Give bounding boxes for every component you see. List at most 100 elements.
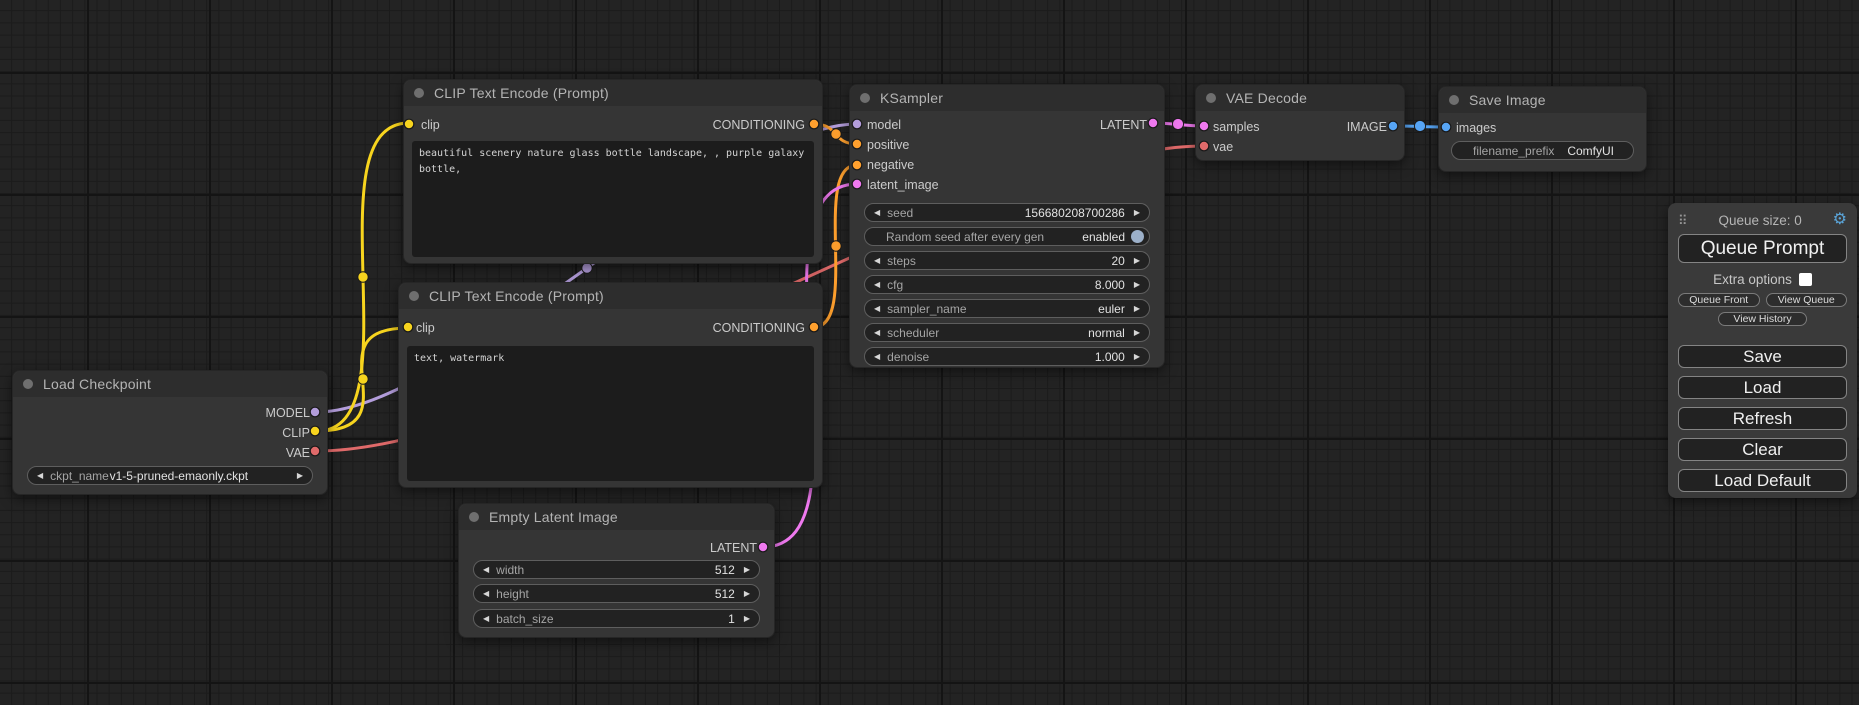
input-label-clip: clip <box>416 321 435 335</box>
arrow-right-icon[interactable]: ▶ <box>1134 353 1140 361</box>
node-vae-decode[interactable]: VAE Decode samples IMAGE vae <box>1195 84 1405 161</box>
node-ksampler[interactable]: KSampler model LATENT positive negative … <box>849 84 1165 368</box>
arrow-right-icon[interactable]: ▶ <box>1134 329 1140 337</box>
collapse-dot-icon[interactable] <box>414 88 424 98</box>
queue-prompt-button[interactable]: Queue Prompt <box>1678 234 1847 263</box>
node-save-image[interactable]: Save Image images filename_prefix ComfyU… <box>1438 86 1647 172</box>
refresh-button[interactable]: Refresh <box>1678 407 1847 430</box>
queue-panel: ⠿ Queue size: 0 ⚙ Queue Prompt Extra opt… <box>1668 203 1857 498</box>
widget-value: v1-5-pruned-emaonly.ckpt <box>110 469 249 483</box>
arrow-left-icon[interactable]: ◀ <box>874 305 880 313</box>
widget-value: 512 <box>715 563 735 577</box>
node-load-checkpoint[interactable]: Load Checkpoint MODEL CLIP VAE ◀ ckpt_na… <box>12 370 328 495</box>
drag-handle-icon[interactable]: ⠿ <box>1678 214 1688 227</box>
link-midpoint-dot <box>831 241 841 251</box>
widget-steps[interactable]: ◀ steps 20 ▶ <box>864 251 1150 270</box>
node-title-bar[interactable]: CLIP Text Encode (Prompt) <box>399 283 822 309</box>
widget-label: width <box>496 563 524 577</box>
arrow-left-icon[interactable]: ◀ <box>483 590 489 598</box>
node-title: Save Image <box>1469 92 1546 108</box>
node-title-bar[interactable]: VAE Decode <box>1196 85 1404 111</box>
widget-value: 1.000 <box>1095 350 1125 364</box>
extra-options-label: Extra options <box>1713 272 1792 287</box>
output-label-conditioning: CONDITIONING <box>713 321 805 335</box>
arrow-right-icon[interactable]: ▶ <box>1134 281 1140 289</box>
collapse-dot-icon[interactable] <box>860 93 870 103</box>
view-queue-button[interactable]: View Queue <box>1766 293 1848 307</box>
arrow-right-icon[interactable]: ▶ <box>744 566 750 574</box>
widget-sampler-name[interactable]: ◀ sampler_name euler ▶ <box>864 299 1150 318</box>
widget-ckpt-name[interactable]: ◀ ckpt_name v1-5-pruned-emaonly.ckpt ▶ <box>27 466 313 485</box>
node-title: CLIP Text Encode (Prompt) <box>434 85 609 101</box>
widget-label: seed <box>887 206 913 220</box>
arrow-left-icon[interactable]: ◀ <box>483 615 489 623</box>
widget-scheduler[interactable]: ◀ scheduler normal ▶ <box>864 323 1150 342</box>
arrow-left-icon[interactable]: ◀ <box>874 281 880 289</box>
arrow-left-icon[interactable]: ◀ <box>874 329 880 337</box>
widget-height[interactable]: ◀ height 512 ▶ <box>473 584 760 603</box>
output-label-vae: VAE <box>286 446 310 460</box>
load-default-button[interactable]: Load Default <box>1678 469 1847 492</box>
widget-label: scheduler <box>887 326 939 340</box>
input-label-positive: positive <box>867 138 909 152</box>
arrow-right-icon[interactable]: ▶ <box>744 615 750 623</box>
input-label-images: images <box>1456 121 1496 135</box>
node-title-bar[interactable]: Empty Latent Image <box>459 504 774 530</box>
arrow-right-icon[interactable]: ▶ <box>1134 305 1140 313</box>
node-title-bar[interactable]: Load Checkpoint <box>13 371 327 397</box>
input-label-samples: samples <box>1213 120 1260 134</box>
widget-random-seed-toggle[interactable]: Random seed after every gen enabled <box>864 227 1150 246</box>
node-title: KSampler <box>880 90 943 106</box>
widget-value: euler <box>1098 302 1125 316</box>
node-title: VAE Decode <box>1226 90 1307 106</box>
arrow-right-icon[interactable]: ▶ <box>744 590 750 598</box>
node-title-bar[interactable]: Save Image <box>1439 87 1646 113</box>
arrow-left-icon[interactable]: ◀ <box>874 353 880 361</box>
arrow-right-icon[interactable]: ▶ <box>1134 257 1140 265</box>
queue-front-button[interactable]: Queue Front <box>1678 293 1760 307</box>
prompt-textarea[interactable]: beautiful scenery nature glass bottle la… <box>412 141 814 257</box>
collapse-dot-icon[interactable] <box>23 379 33 389</box>
widget-seed[interactable]: ◀ seed 156680208700286 ▶ <box>864 203 1150 222</box>
node-title: Empty Latent Image <box>489 509 618 525</box>
link-midpoint-dot <box>831 129 841 139</box>
link-midpoint-dot <box>358 272 368 282</box>
load-button[interactable]: Load <box>1678 376 1847 399</box>
gear-icon[interactable]: ⚙ <box>1833 212 1847 228</box>
input-label-clip: clip <box>421 118 440 132</box>
clear-button[interactable]: Clear <box>1678 438 1847 461</box>
collapse-dot-icon[interactable] <box>409 291 419 301</box>
input-label-negative: negative <box>867 158 914 172</box>
prompt-textarea[interactable]: text, watermark <box>407 346 814 481</box>
widget-label: height <box>496 587 529 601</box>
node-empty-latent-image[interactable]: Empty Latent Image LATENT ◀ width 512 ▶ … <box>458 503 775 638</box>
widget-value: 512 <box>715 587 735 601</box>
widget-filename-prefix[interactable]: filename_prefix ComfyUI <box>1451 141 1634 160</box>
save-button[interactable]: Save <box>1678 345 1847 368</box>
widget-batch-size[interactable]: ◀ batch_size 1 ▶ <box>473 609 760 628</box>
node-clip-text-encode-positive[interactable]: CLIP Text Encode (Prompt) clip CONDITION… <box>403 79 823 264</box>
extra-options-checkbox[interactable] <box>1799 273 1812 286</box>
node-title-bar[interactable]: KSampler <box>850 85 1164 111</box>
view-history-button[interactable]: View History <box>1718 312 1806 326</box>
node-title-bar[interactable]: CLIP Text Encode (Prompt) <box>404 80 822 106</box>
arrow-right-icon[interactable]: ▶ <box>297 472 303 480</box>
collapse-dot-icon[interactable] <box>1206 93 1216 103</box>
link-midpoint-dot <box>1172 118 1183 129</box>
arrow-right-icon[interactable]: ▶ <box>1134 209 1140 217</box>
arrow-left-icon[interactable]: ◀ <box>874 209 880 217</box>
toggle-dot-icon[interactable] <box>1131 230 1144 243</box>
output-label-image: IMAGE <box>1347 120 1387 134</box>
widget-cfg[interactable]: ◀ cfg 8.000 ▶ <box>864 275 1150 294</box>
arrow-left-icon[interactable]: ◀ <box>874 257 880 265</box>
widget-label: cfg <box>887 278 903 292</box>
node-clip-text-encode-negative[interactable]: CLIP Text Encode (Prompt) clip CONDITION… <box>398 282 823 488</box>
output-label-conditioning: CONDITIONING <box>713 118 805 132</box>
widget-width[interactable]: ◀ width 512 ▶ <box>473 560 760 579</box>
collapse-dot-icon[interactable] <box>1449 95 1459 105</box>
widget-denoise[interactable]: ◀ denoise 1.000 ▶ <box>864 347 1150 366</box>
collapse-dot-icon[interactable] <box>469 512 479 522</box>
arrow-left-icon[interactable]: ◀ <box>483 566 489 574</box>
widget-label: batch_size <box>496 612 553 626</box>
arrow-left-icon[interactable]: ◀ <box>37 472 43 480</box>
